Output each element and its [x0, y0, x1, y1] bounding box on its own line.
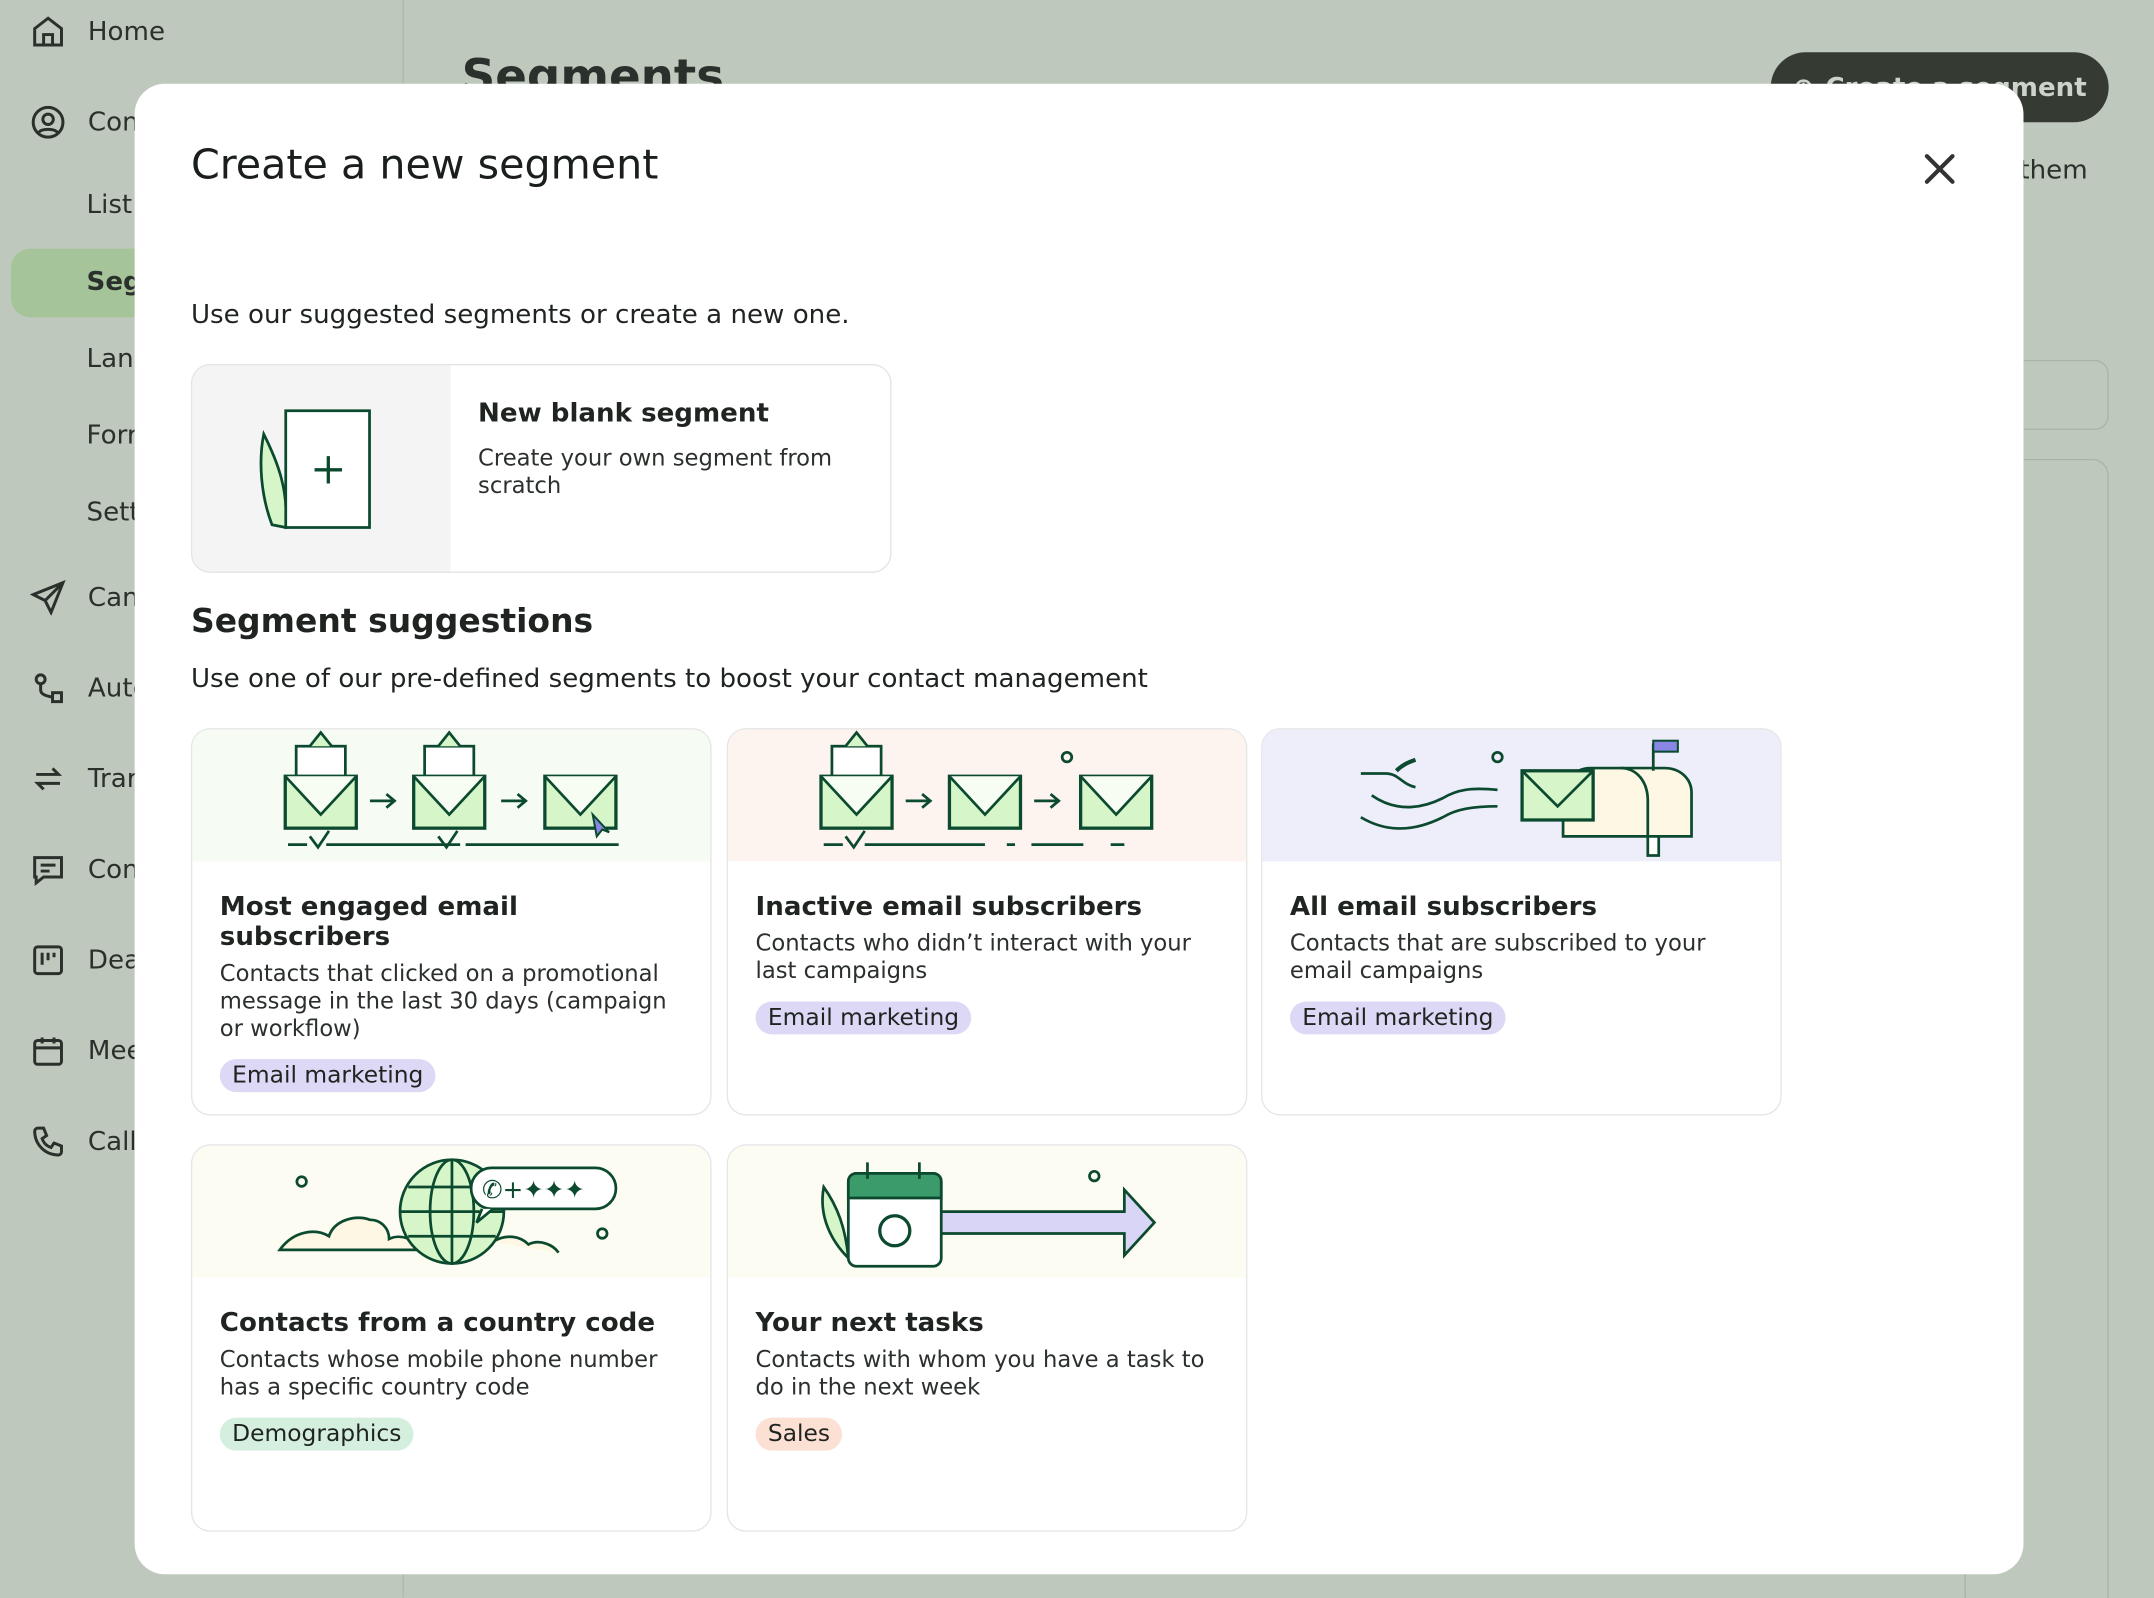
home-icon — [33, 16, 63, 47]
suggestions-subtitle: Use one of our pre-defined segments to b… — [190, 663, 1148, 694]
category-tag: Demographics — [219, 1417, 414, 1451]
close-icon[interactable] — [1920, 150, 1958, 188]
card-illustration — [728, 729, 1246, 862]
most-engaged-illustration-icon — [283, 730, 619, 850]
document-plus-icon — [259, 409, 371, 530]
transactional-icon — [34, 767, 63, 791]
sidebar-label: Con — [87, 107, 139, 138]
card-title: Inactive email subscribers — [755, 891, 1143, 922]
category-tag: Sales — [755, 1417, 843, 1451]
new-blank-segment-card[interactable]: New blank segment Create your own segmen… — [190, 364, 892, 573]
sidebar-label: Call — [87, 1126, 137, 1157]
card-description: Contacts with whom you have a task to do… — [755, 1346, 1205, 1400]
sidebar-label: Con — [87, 854, 139, 885]
modal-title: Create a new segment — [190, 141, 659, 190]
card-description: Create your own segment from scratch — [478, 445, 833, 499]
sidebar-item-landing[interactable]: Lan — [87, 343, 134, 373]
blank-segment-illustration — [192, 365, 451, 572]
card-description: Contacts that clicked on a promotional m… — [219, 960, 667, 1042]
sidebar-item-contacts[interactable]: Con — [30, 104, 139, 140]
segment-card-inactive[interactable]: Inactive email subscribers Contacts who … — [726, 728, 1248, 1116]
sidebar-item-meetings[interactable]: Mee — [30, 1033, 143, 1069]
sidebar-item-lists[interactable]: List — [87, 190, 133, 220]
card-illustration — [192, 729, 711, 862]
card-description: Contacts who didn’t interact with your l… — [755, 930, 1191, 984]
segment-card-all-email[interactable]: All email subscribers Contacts that are … — [1261, 728, 1782, 1116]
create-segment-modal: Create a new segment Use our suggested s… — [134, 83, 2024, 1575]
contacts-icon — [31, 105, 65, 139]
segment-card-most-engaged[interactable]: Most engaged email subscribers Contacts … — [190, 728, 712, 1116]
sidebar-item-forms[interactable]: Forr — [87, 420, 138, 450]
phone-icon — [33, 1126, 63, 1157]
svg-text:✆+✦✦✦: ✆+✦✦✦ — [482, 1175, 585, 1204]
all-email-illustration-icon — [1360, 739, 1693, 857]
suggestions-title: Segment suggestions — [190, 601, 594, 641]
calendar-icon — [33, 1037, 63, 1066]
sidebar-label: Home — [87, 16, 165, 47]
next-tasks-illustration-icon — [821, 1162, 1157, 1268]
sidebar-item-settings[interactable]: Sett — [87, 497, 140, 527]
card-title: Your next tasks — [755, 1307, 984, 1339]
card-illustration: ✆+✦✦✦ — [192, 1145, 711, 1278]
background-text: them — [2019, 155, 2088, 186]
chat-icon — [33, 856, 63, 887]
card-description: Contacts that are subscribed to your ema… — [1289, 930, 1706, 984]
send-icon — [30, 580, 66, 616]
card-illustration — [1262, 729, 1781, 862]
segment-card-country-code[interactable]: ✆+✦✦✦ Contacts from a country code Conta… — [190, 1144, 712, 1532]
country-code-illustration-icon: ✆+✦✦✦ — [277, 1158, 618, 1265]
sidebar-label: Can — [87, 582, 139, 613]
sidebar-item-home[interactable]: Home — [30, 14, 165, 50]
card-title: Contacts from a country code — [219, 1307, 656, 1339]
sidebar-item-conversations[interactable]: Con — [30, 852, 139, 888]
inactive-illustration-icon — [819, 730, 1154, 850]
sidebar-label: Dea — [87, 945, 141, 976]
category-tag: Email marketing — [755, 1001, 972, 1035]
sidebar-item-deals[interactable]: Dea — [30, 942, 140, 978]
sidebar-item-transactional[interactable]: Trar — [30, 761, 138, 797]
sidebar-item-segments[interactable]: Seg — [87, 267, 142, 297]
segment-card-next-tasks[interactable]: Your next tasks Contacts with whom you h… — [726, 1144, 1248, 1532]
sidebar-label: Trar — [87, 763, 138, 795]
sidebar-item-calls[interactable]: Call — [30, 1124, 137, 1160]
sidebar-item-automations[interactable]: Auto — [30, 670, 149, 706]
modal-intro: Use our suggested segments or create a n… — [190, 299, 850, 330]
deals-icon — [33, 945, 63, 976]
automation-icon — [34, 673, 63, 704]
card-description: Contacts whose mobile phone number has a… — [219, 1346, 658, 1400]
card-title: New blank segment — [478, 398, 769, 429]
card-title: All email subscribers — [1289, 891, 1598, 922]
sidebar-item-campaigns[interactable]: Can — [30, 580, 139, 616]
card-illustration — [728, 1145, 1246, 1278]
category-tag: Email marketing — [219, 1059, 436, 1093]
category-tag: Email marketing — [1289, 1001, 1506, 1035]
card-title: Most engaged email subscribers — [219, 891, 518, 952]
